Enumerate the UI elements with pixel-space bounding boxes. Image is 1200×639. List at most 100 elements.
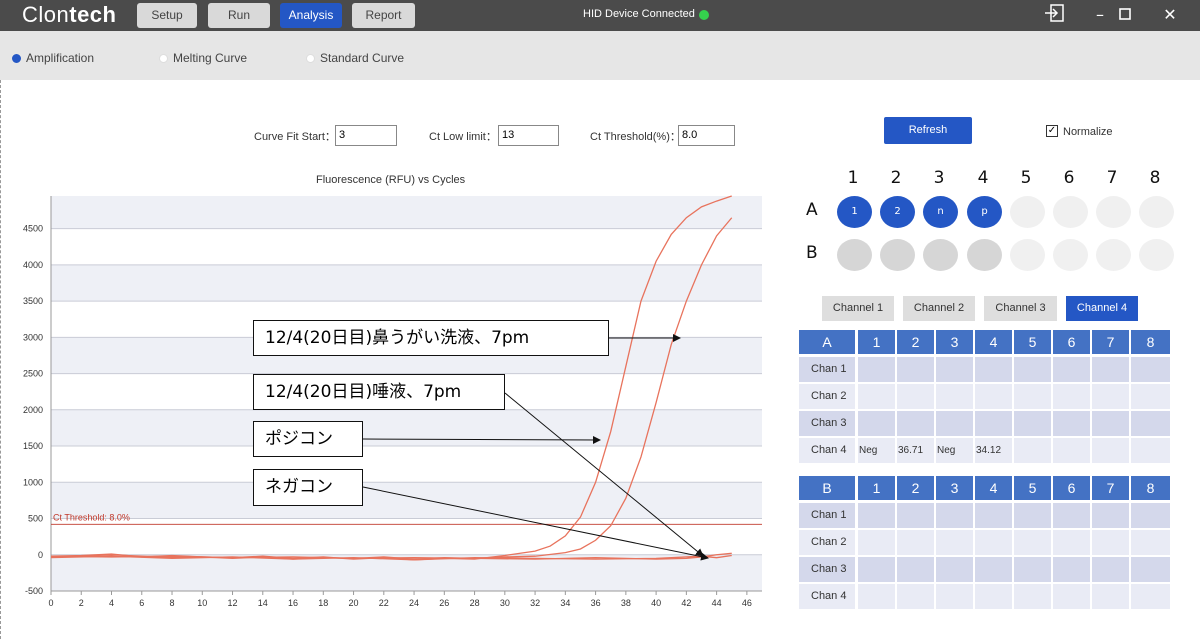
- well-B6[interactable]: [1053, 239, 1088, 271]
- table-cell[interactable]: [897, 557, 934, 582]
- minimize-icon[interactable]: –: [1087, 3, 1113, 27]
- table-cell[interactable]: [1053, 503, 1090, 528]
- refresh-button[interactable]: Refresh: [884, 117, 972, 144]
- well-B2[interactable]: [880, 239, 915, 271]
- table-cell[interactable]: [936, 411, 973, 436]
- table-cell[interactable]: [975, 503, 1012, 528]
- table-cell[interactable]: [858, 557, 895, 582]
- table-cell[interactable]: [1092, 411, 1129, 436]
- table-cell[interactable]: [858, 384, 895, 409]
- table-cell[interactable]: [1092, 530, 1129, 555]
- table-cell[interactable]: [1131, 438, 1170, 463]
- normalize-checkbox[interactable]: ✓: [1046, 125, 1058, 137]
- table-cell[interactable]: [1053, 584, 1090, 609]
- table-cell[interactable]: [1014, 411, 1051, 436]
- table-cell[interactable]: [858, 411, 895, 436]
- well-A2[interactable]: 2: [880, 196, 915, 228]
- table-cell[interactable]: [1131, 503, 1170, 528]
- table-cell[interactable]: [1014, 384, 1051, 409]
- table-cell[interactable]: [936, 557, 973, 582]
- well-B3[interactable]: [923, 239, 958, 271]
- tab-run[interactable]: Run: [208, 3, 270, 28]
- table-cell[interactable]: Neg: [858, 438, 895, 463]
- table-cell[interactable]: [1014, 438, 1051, 463]
- well-A3[interactable]: n: [923, 196, 958, 228]
- table-cell[interactable]: [897, 384, 934, 409]
- table-cell[interactable]: [975, 557, 1012, 582]
- table-cell[interactable]: [1131, 411, 1170, 436]
- table-cell[interactable]: [936, 384, 973, 409]
- maximize-icon[interactable]: [1112, 3, 1138, 27]
- table-cell[interactable]: [1092, 557, 1129, 582]
- table-cell[interactable]: [897, 503, 934, 528]
- table-cell[interactable]: [936, 584, 973, 609]
- table-cell[interactable]: [936, 503, 973, 528]
- table-cell[interactable]: [936, 530, 973, 555]
- well-A4[interactable]: p: [967, 196, 1002, 228]
- ct-low-limit-input[interactable]: 13: [498, 125, 559, 146]
- table-cell[interactable]: [1131, 384, 1170, 409]
- well-B4[interactable]: [967, 239, 1002, 271]
- ct-threshold-input[interactable]: 8.0: [678, 125, 735, 146]
- tab-channel-1[interactable]: Channel 1: [822, 296, 894, 321]
- tab-channel-4[interactable]: Channel 4: [1066, 296, 1138, 321]
- table-cell[interactable]: [1053, 530, 1090, 555]
- well-B1[interactable]: [837, 239, 872, 271]
- table-cell[interactable]: [1131, 357, 1170, 382]
- well-B5[interactable]: [1010, 239, 1045, 271]
- tab-channel-3[interactable]: Channel 3: [984, 296, 1057, 321]
- table-cell[interactable]: [1014, 503, 1051, 528]
- table-cell[interactable]: [897, 411, 934, 436]
- table-cell[interactable]: [936, 357, 973, 382]
- curve-fit-input[interactable]: 3: [335, 125, 397, 146]
- table-cell[interactable]: [1092, 584, 1129, 609]
- table-cell[interactable]: [975, 411, 1012, 436]
- table-cell[interactable]: [1092, 357, 1129, 382]
- well-A8[interactable]: [1139, 196, 1174, 228]
- table-cell[interactable]: [975, 357, 1012, 382]
- logout-icon[interactable]: [1042, 3, 1068, 27]
- table-cell[interactable]: [1053, 384, 1090, 409]
- table-cell[interactable]: [1092, 438, 1129, 463]
- table-cell[interactable]: [1053, 438, 1090, 463]
- well-B7[interactable]: [1096, 239, 1131, 271]
- table-cell[interactable]: [897, 357, 934, 382]
- tab-report[interactable]: Report: [352, 3, 415, 28]
- tab-analysis[interactable]: Analysis: [280, 3, 342, 28]
- table-cell[interactable]: [1053, 557, 1090, 582]
- radio-amplification[interactable]: Amplification: [12, 51, 94, 65]
- table-cell[interactable]: [1092, 384, 1129, 409]
- table-cell[interactable]: 36.71: [897, 438, 934, 463]
- tab-setup[interactable]: Setup: [137, 3, 197, 28]
- table-cell[interactable]: [1053, 357, 1090, 382]
- table-cell[interactable]: [858, 503, 895, 528]
- table-cell[interactable]: [975, 584, 1012, 609]
- table-cell[interactable]: [1014, 584, 1051, 609]
- well-A1[interactable]: 1: [837, 196, 872, 228]
- well-A5[interactable]: [1010, 196, 1045, 228]
- close-icon[interactable]: ✕: [1157, 3, 1183, 27]
- table-cell[interactable]: [1131, 584, 1170, 609]
- table-cell[interactable]: [975, 384, 1012, 409]
- well-A7[interactable]: [1096, 196, 1131, 228]
- table-cell[interactable]: [897, 584, 934, 609]
- tab-channel-2[interactable]: Channel 2: [903, 296, 975, 321]
- table-cell[interactable]: [1092, 503, 1129, 528]
- table-cell[interactable]: [1014, 357, 1051, 382]
- table-cell[interactable]: [1053, 411, 1090, 436]
- table-cell[interactable]: [897, 530, 934, 555]
- table-cell[interactable]: [1014, 557, 1051, 582]
- table-cell[interactable]: [1014, 530, 1051, 555]
- table-cell[interactable]: Neg: [936, 438, 973, 463]
- table-cell[interactable]: [1131, 530, 1170, 555]
- table-cell[interactable]: [858, 357, 895, 382]
- table-cell[interactable]: [858, 584, 895, 609]
- radio-melting-curve[interactable]: Melting Curve: [159, 51, 247, 65]
- table-cell[interactable]: 34.12: [975, 438, 1012, 463]
- table-cell[interactable]: [975, 530, 1012, 555]
- table-cell[interactable]: [1131, 557, 1170, 582]
- well-B8[interactable]: [1139, 239, 1174, 271]
- well-A6[interactable]: [1053, 196, 1088, 228]
- radio-standard-curve[interactable]: Standard Curve: [306, 51, 404, 65]
- table-cell[interactable]: [858, 530, 895, 555]
